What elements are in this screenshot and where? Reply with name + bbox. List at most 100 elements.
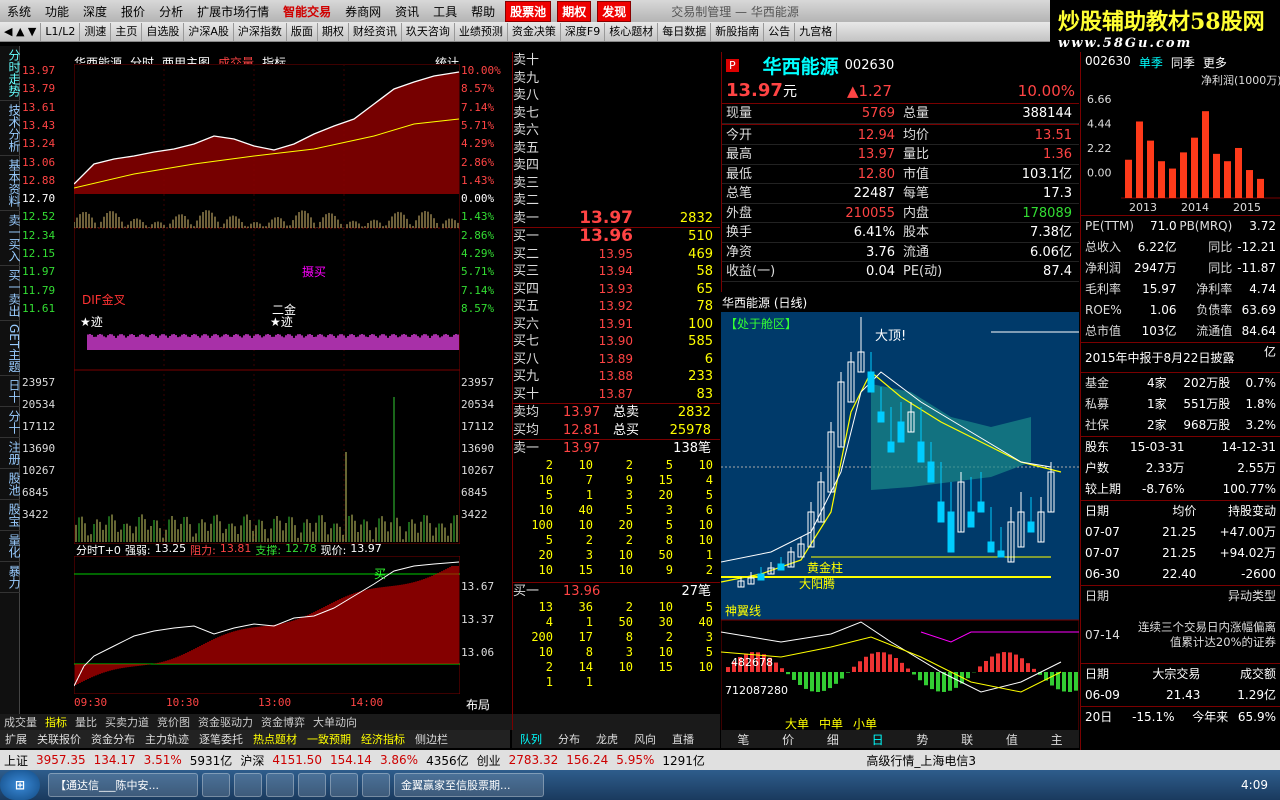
- chart-tab[interactable]: 成交量: [0, 714, 41, 730]
- kline-tab[interactable]: 笔: [737, 731, 749, 748]
- kline-tab[interactable]: 价: [782, 731, 794, 748]
- menu-item[interactable]: 系统: [0, 3, 38, 20]
- toolbar-item[interactable]: 核心题材: [605, 22, 659, 41]
- side-tab[interactable]: 技术分析: [0, 101, 21, 156]
- order-row[interactable]: 买一 13.96 510: [513, 227, 720, 246]
- menu-item[interactable]: 报价: [114, 3, 152, 20]
- kline-tab[interactable]: 主: [1051, 731, 1063, 748]
- order-row[interactable]: 卖九: [513, 70, 720, 88]
- toolbar-item[interactable]: L1/L2: [41, 22, 81, 41]
- queue-tab[interactable]: 风向: [626, 731, 664, 747]
- start-button-icon[interactable]: ⊞: [0, 770, 40, 800]
- kline-tab[interactable]: 细: [827, 731, 839, 748]
- fin-tab-quarter[interactable]: 单季: [1139, 54, 1163, 70]
- toolbar-item[interactable]: 沪深A股: [184, 22, 234, 41]
- order-row[interactable]: 买二 13.95 469: [513, 246, 720, 264]
- side-tab[interactable]: 暴力: [0, 562, 21, 594]
- extension-tab[interactable]: 逐笔委托: [194, 731, 248, 747]
- menu-item[interactable]: 深度: [76, 3, 114, 20]
- side-tab[interactable]: 日十: [0, 376, 21, 408]
- side-tab[interactable]: 股宝: [0, 500, 21, 532]
- order-row[interactable]: 卖十: [513, 52, 720, 70]
- toolbar-item[interactable]: 测速: [80, 22, 112, 41]
- taskbar-app[interactable]: [362, 773, 390, 797]
- toolbar-item[interactable]: 业绩预测: [455, 22, 508, 41]
- queue-tab[interactable]: 龙虎: [588, 731, 626, 747]
- extension-tab[interactable]: 热点题材: [248, 731, 302, 747]
- toolbar-item[interactable]: 资金决策: [508, 22, 561, 41]
- toolbar-item[interactable]: 深度F9: [561, 22, 606, 41]
- nav-back-icon[interactable]: ◀ ▲ ▼: [0, 22, 42, 41]
- order-row[interactable]: 买七 13.90 585: [513, 333, 720, 351]
- chart-tab[interactable]: 指标: [41, 714, 71, 730]
- menu-item[interactable]: 扩展市场行情: [190, 3, 276, 20]
- menu-button[interactable]: 期权: [557, 0, 592, 22]
- layout-button[interactable]: 布局: [466, 696, 490, 713]
- taskbar-app[interactable]: 金翼赢家至信股票期...: [394, 773, 544, 797]
- index-value[interactable]: 上证: [0, 752, 32, 769]
- toolbar-item[interactable]: 每日数据: [658, 22, 712, 41]
- menu-item[interactable]: 功能: [38, 3, 76, 20]
- extension-tab[interactable]: 资金分布: [86, 731, 140, 747]
- toolbar-item[interactable]: 版面: [287, 22, 318, 41]
- order-row[interactable]: 买十 13.87 83: [513, 386, 720, 404]
- side-tab[interactable]: 卖一买入: [0, 211, 21, 266]
- extension-tab[interactable]: 经济指标: [356, 731, 410, 747]
- order-row[interactable]: 买八 13.89 6: [513, 351, 720, 369]
- order-row[interactable]: 卖二: [513, 192, 720, 210]
- order-row[interactable]: 买四 13.93 65: [513, 281, 720, 299]
- order-row[interactable]: 卖一 13.97 2832: [513, 209, 720, 228]
- menu-button[interactable]: 股票池: [505, 0, 552, 22]
- taskbar-app[interactable]: [266, 773, 294, 797]
- queue-tab[interactable]: 分布: [550, 731, 588, 747]
- queue-tab[interactable]: 直播: [664, 731, 702, 747]
- taskbar-app[interactable]: [330, 773, 358, 797]
- order-row[interactable]: 买五 13.92 78: [513, 298, 720, 316]
- order-row[interactable]: 卖三: [513, 175, 720, 193]
- side-tab[interactable]: GET主题: [0, 321, 21, 377]
- extension-tab[interactable]: 主力轨迹: [140, 731, 194, 747]
- side-tab[interactable]: 分时走势: [0, 46, 21, 101]
- order-row[interactable]: 卖八: [513, 87, 720, 105]
- menu-item[interactable]: 帮助: [464, 3, 502, 20]
- toolbar-item[interactable]: 自选股: [142, 22, 185, 41]
- menu-item[interactable]: 工具: [426, 3, 464, 20]
- taskbar-app[interactable]: 【通达信___陈中安...: [48, 773, 198, 797]
- order-row[interactable]: 买九 13.88 233: [513, 368, 720, 386]
- extension-tab[interactable]: 一致预期: [302, 731, 356, 747]
- toolbar-item[interactable]: 主页: [111, 22, 143, 41]
- menu-item[interactable]: 智能交易: [276, 3, 338, 20]
- toolbar-item[interactable]: 公告: [764, 22, 796, 41]
- toolbar-item[interactable]: 玖天咨询: [402, 22, 455, 41]
- index-value[interactable]: 创业: [473, 752, 505, 769]
- toolbar-item[interactable]: 九宫格: [795, 22, 838, 41]
- toolbar-item[interactable]: 新股指南: [711, 22, 765, 41]
- order-row[interactable]: 买三 13.94 58: [513, 263, 720, 281]
- taskbar-app[interactable]: [202, 773, 230, 797]
- extension-tab[interactable]: 扩展: [0, 731, 32, 747]
- order-row[interactable]: 卖四: [513, 157, 720, 175]
- toolbar-item[interactable]: 期权: [318, 22, 349, 41]
- side-tab[interactable]: 注册: [0, 438, 21, 470]
- kline-tab[interactable]: 势: [916, 731, 928, 748]
- menu-item[interactable]: 分析: [152, 3, 190, 20]
- order-row[interactable]: 卖六: [513, 122, 720, 140]
- order-row[interactable]: 买六 13.91 100: [513, 316, 720, 334]
- extension-tab[interactable]: 侧边栏: [410, 731, 453, 747]
- side-tab[interactable]: 量化: [0, 531, 21, 563]
- chart-tab[interactable]: 竞价图: [153, 714, 194, 730]
- chart-tab[interactable]: 资金博弈: [257, 714, 309, 730]
- fin-tab-same[interactable]: 同季: [1171, 54, 1195, 70]
- fin-tab-more[interactable]: 更多: [1203, 54, 1227, 70]
- menu-button[interactable]: 发现: [597, 0, 632, 22]
- chart-tab[interactable]: 买卖力道: [101, 714, 153, 730]
- chart-tab[interactable]: 资金驱动力: [194, 714, 257, 730]
- kline-chart[interactable]: 【处于舱区】 大顶! 大阳腾 黄金柱 神翼线 482678 712087280 …: [721, 312, 1079, 732]
- menu-item[interactable]: 资讯: [388, 3, 426, 20]
- kline-tab[interactable]: 日: [872, 731, 884, 748]
- taskbar-app[interactable]: [298, 773, 326, 797]
- toolbar-item[interactable]: 沪深指数: [234, 22, 287, 41]
- order-row[interactable]: 卖五: [513, 140, 720, 158]
- side-tab[interactable]: 买一卖出: [0, 266, 21, 321]
- chart-tab[interactable]: 量比: [71, 714, 101, 730]
